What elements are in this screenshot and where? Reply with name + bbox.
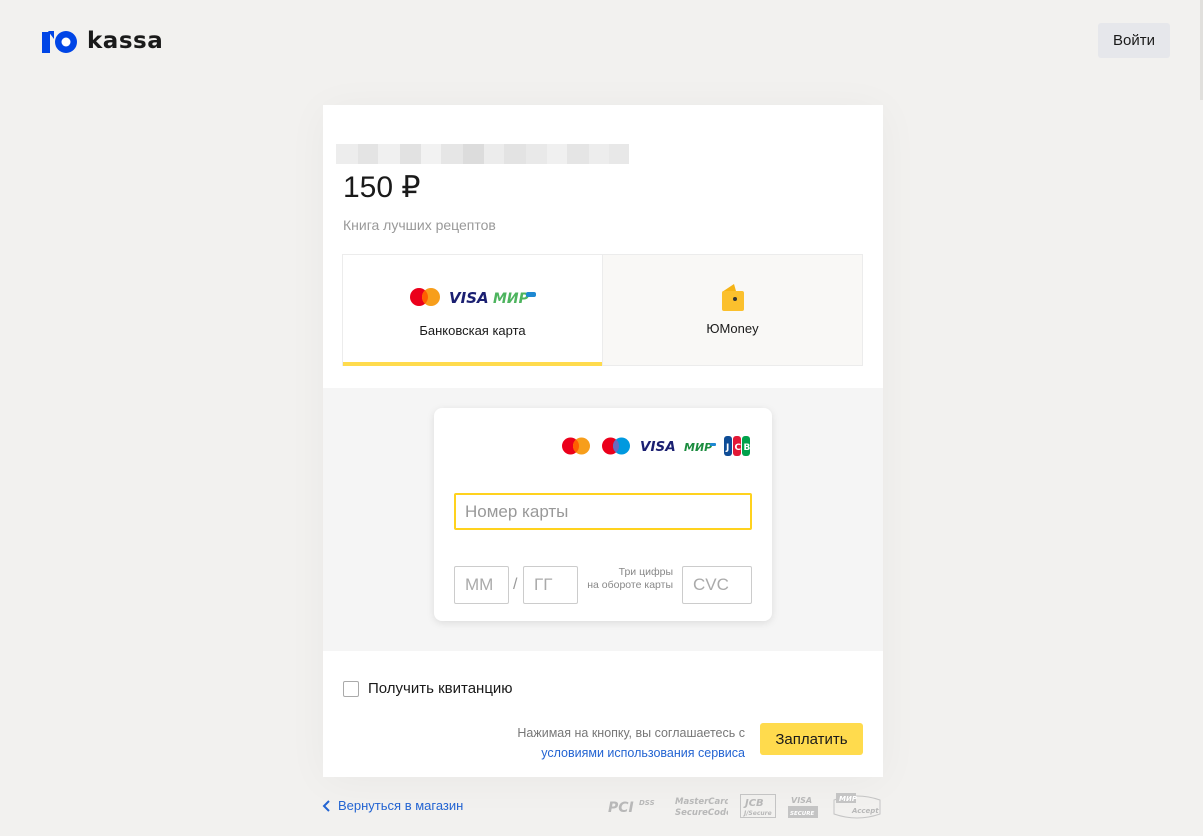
yoo-logo-icon	[42, 31, 77, 53]
card-number-input[interactable]	[454, 493, 752, 530]
jcb-icon: J C B	[724, 436, 750, 456]
back-to-shop-label: Вернуться в магазин	[338, 798, 464, 813]
payment-method-tabs: VISA МИР Банковская карта ЮMoney	[342, 254, 863, 366]
expiry-month-input[interactable]	[454, 566, 509, 604]
tab-yoomoney-icons	[720, 284, 746, 311]
security-certifications: PCI DSS MasterCard. SecureCode. JCB J/Se…	[606, 792, 896, 820]
tab-bank-card-icons: VISA МИР	[408, 286, 538, 308]
svg-text:J: J	[725, 443, 729, 453]
tab-yoomoney[interactable]: ЮMoney	[602, 255, 862, 365]
receipt-checkbox[interactable]	[343, 680, 359, 697]
order-description: Книга лучших рецептов	[343, 217, 496, 233]
accepted-card-brands: VISA МИР J C B	[552, 436, 750, 456]
svg-text:МИР: МИР	[839, 795, 858, 803]
svg-text:МИР: МИР	[684, 441, 712, 454]
receipt-label: Получить квитанцию	[368, 680, 513, 697]
svg-text:JCB: JCB	[743, 798, 764, 809]
svg-text:VISA: VISA	[640, 439, 676, 455]
tab-yoomoney-label: ЮMoney	[706, 321, 759, 336]
terms-link[interactable]: условиями использования сервиса	[541, 746, 745, 760]
login-button[interactable]: Войти	[1098, 23, 1170, 58]
cvc-hint: Три цифры на обороте карты	[579, 566, 673, 592]
cvc-hint-line-1: Три цифры	[618, 566, 673, 578]
svg-text:Accept: Accept	[851, 807, 879, 815]
mastercard-icon	[562, 437, 590, 455]
expiry-year-input[interactable]	[523, 566, 578, 604]
svg-text:VISA: VISA	[791, 796, 812, 805]
visa-icon: VISA	[449, 289, 488, 307]
mir-accept-badge: МИР Accept	[833, 793, 881, 819]
yoomoney-wallet-icon	[721, 284, 744, 311]
pci-dss-badge: PCI DSS	[608, 799, 655, 816]
receipt-option[interactable]: Получить квитанцию	[343, 680, 513, 697]
card-form: VISA МИР J C B / Тр	[434, 408, 772, 621]
svg-text:DSS: DSS	[639, 799, 655, 807]
back-to-shop-link[interactable]: Вернуться в магазин	[322, 798, 463, 813]
mastercard-securecode-badge: MasterCard. SecureCode.	[675, 797, 728, 818]
tab-bank-card[interactable]: VISA МИР Банковская карта	[343, 255, 602, 366]
maestro-icon	[602, 437, 630, 455]
brand-name: kassa	[87, 28, 164, 54]
svg-text:C: C	[735, 443, 742, 453]
payment-card: 150 ₽ Книга лучших рецептов VISA МИР Бан…	[323, 105, 883, 777]
svg-text:SECURE: SECURE	[790, 811, 814, 817]
visa-secure-badge: VISA SECURE	[788, 796, 818, 818]
svg-text:B: B	[744, 443, 751, 453]
jcb-jsecure-badge: JCB J/Secure	[740, 794, 776, 818]
tab-bank-card-label: Банковская карта	[419, 323, 526, 338]
kassa-logo[interactable]: kassa	[40, 27, 163, 55]
pay-button[interactable]: Заплатить	[760, 723, 863, 755]
merchant-name-redacted	[336, 144, 649, 164]
cvc-input[interactable]	[682, 566, 752, 604]
expiry-separator: /	[513, 576, 518, 593]
chevron-left-icon	[322, 799, 330, 812]
svg-text:MasterCard.: MasterCard.	[675, 797, 728, 807]
terms-text: Нажимая на кнопку, вы соглашаетесь с	[517, 726, 745, 740]
svg-text:SecureCode.: SecureCode.	[675, 808, 728, 818]
visa-icon: VISA	[640, 439, 676, 455]
svg-text:МИР: МИР	[493, 291, 530, 307]
payment-amount: 150 ₽	[343, 171, 421, 204]
mastercard-icon	[409, 288, 440, 306]
svg-text:PCI: PCI	[608, 800, 634, 816]
svg-text:VISA: VISA	[449, 289, 488, 307]
terms-agreement: Нажимая на кнопку, вы соглашаетесь с усл…	[517, 723, 745, 763]
mir-icon: МИР	[493, 291, 536, 307]
mir-icon: МИР	[684, 441, 716, 454]
cvc-hint-line-2: на обороте карты	[587, 579, 673, 591]
svg-text:J/Secure: J/Secure	[743, 810, 772, 817]
card-form-area: VISA МИР J C B / Тр	[323, 388, 883, 651]
